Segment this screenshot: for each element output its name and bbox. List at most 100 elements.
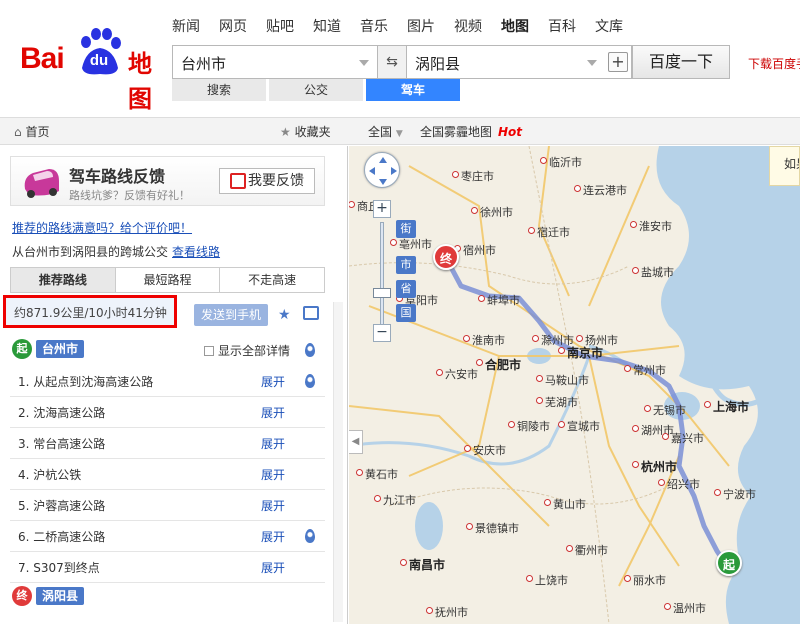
- topnav-item[interactable]: 百科: [548, 16, 576, 36]
- zoom-level-city[interactable]: 市: [396, 256, 416, 274]
- expand-link[interactable]: 展开: [261, 466, 285, 483]
- chevron-down-icon[interactable]: [587, 60, 597, 66]
- print-icon[interactable]: [303, 306, 319, 320]
- favorites-link[interactable]: ★ 收藏夹: [280, 123, 331, 140]
- map-city-label[interactable]: 嘉兴市: [671, 430, 704, 446]
- end-city[interactable]: 涡阳县: [36, 587, 85, 605]
- map-city-label[interactable]: 临沂市: [549, 154, 582, 170]
- download-app-link[interactable]: 下载百度手: [748, 55, 800, 72]
- topnav-item[interactable]: 网页: [219, 16, 247, 36]
- map-city-label[interactable]: 芜湖市: [545, 394, 578, 410]
- map-city-label[interactable]: 湖州市: [641, 422, 674, 438]
- panel-scrollbar[interactable]: [333, 302, 343, 622]
- to-input[interactable]: 涡阳县 +: [406, 45, 632, 79]
- map-pin-icon[interactable]: [305, 374, 315, 388]
- map-city-label[interactable]: 淮安市: [639, 218, 672, 234]
- region-selector[interactable]: 全国 ▼: [368, 123, 403, 140]
- map-city-label[interactable]: 铜陵市: [517, 418, 550, 434]
- zoom-in-button[interactable]: +: [373, 200, 391, 218]
- zoom-slider-track[interactable]: [380, 222, 384, 326]
- topnav-item[interactable]: 地图: [501, 16, 529, 36]
- map-city-label[interactable]: 上饶市: [535, 572, 568, 588]
- feedback-button[interactable]: 我要反馈: [219, 168, 315, 194]
- map-city-label[interactable]: 上海市: [713, 398, 749, 415]
- rate-route-link[interactable]: 推荐的路线满意吗？给个评价吧！: [12, 219, 192, 236]
- chevron-down-icon[interactable]: [359, 60, 369, 66]
- map-city-label[interactable]: 无锡市: [653, 402, 686, 418]
- map-city-label[interactable]: 蚌埠市: [487, 292, 520, 308]
- pan-compass[interactable]: [364, 152, 400, 188]
- map-city-label[interactable]: 宿迁市: [537, 224, 570, 240]
- expand-link[interactable]: 展开: [261, 435, 285, 452]
- route-step[interactable]: 3. 常台高速公路 展开: [10, 428, 325, 459]
- map-city-label[interactable]: 合肥市: [485, 356, 521, 373]
- topnav-item[interactable]: 视频: [454, 16, 482, 36]
- smog-map-link[interactable]: 全国雾霾地图 Hot: [420, 123, 522, 140]
- expand-link[interactable]: 展开: [261, 497, 285, 514]
- map-pin-icon[interactable]: [305, 529, 315, 543]
- end-marker[interactable]: 终: [433, 244, 459, 270]
- expand-link[interactable]: 展开: [261, 559, 285, 576]
- route-step[interactable]: 6. 二桥高速公路 展开: [10, 521, 325, 552]
- map-city-label[interactable]: 徐州市: [480, 204, 513, 220]
- map-city-label[interactable]: 黄山市: [553, 496, 586, 512]
- map-city-label[interactable]: 盐城市: [641, 264, 674, 280]
- route-step[interactable]: 7. S307到终点 展开: [10, 552, 325, 583]
- map-city-label[interactable]: 宿州市: [463, 242, 496, 258]
- map-city-label[interactable]: 丽水市: [633, 572, 666, 588]
- start-marker[interactable]: 起: [716, 550, 742, 576]
- route-step[interactable]: 5. 沪蓉高速公路 展开: [10, 490, 325, 521]
- topnav-item[interactable]: 文库: [595, 16, 623, 36]
- from-input[interactable]: 台州市: [172, 45, 378, 79]
- topnav-item[interactable]: 音乐: [360, 16, 388, 36]
- route-step[interactable]: 1. 从起点到沈海高速公路 展开: [10, 366, 325, 397]
- tab-search[interactable]: 搜索: [172, 79, 266, 101]
- map-pin-icon[interactable]: [305, 343, 315, 357]
- topnav-item[interactable]: 新闻: [172, 16, 200, 36]
- map-city-label[interactable]: 常州市: [633, 362, 666, 378]
- map-city-label[interactable]: 宣城市: [567, 418, 600, 434]
- expand-link[interactable]: 展开: [261, 404, 285, 421]
- route-step[interactable]: 2. 沈海高速公路 展开: [10, 397, 325, 428]
- map-city-label[interactable]: 温州市: [673, 600, 706, 616]
- collapse-panel-button[interactable]: ◀: [349, 430, 363, 454]
- map-city-label[interactable]: 淮南市: [472, 332, 505, 348]
- add-waypoint-button[interactable]: +: [608, 52, 628, 72]
- map-city-label[interactable]: 六安市: [445, 366, 478, 382]
- topnav-item[interactable]: 知道: [313, 16, 341, 36]
- baidu-map-logo[interactable]: Bai du 地图: [20, 26, 160, 113]
- show-all-checkbox[interactable]: [204, 346, 214, 356]
- zoom-level-province[interactable]: 省: [396, 280, 416, 298]
- map-city-label[interactable]: 景德镇市: [475, 520, 519, 536]
- tab-transit[interactable]: 公交: [269, 79, 363, 101]
- expand-link[interactable]: 展开: [261, 528, 285, 545]
- map-city-label[interactable]: 九江市: [383, 492, 416, 508]
- zoom-out-button[interactable]: −: [373, 324, 391, 342]
- zoom-level-country[interactable]: 国: [396, 304, 416, 322]
- map-city-label[interactable]: 南京市: [567, 344, 603, 361]
- map-city-label[interactable]: 衢州市: [575, 542, 608, 558]
- map-city-label[interactable]: 杭州市: [641, 458, 677, 475]
- map-city-label[interactable]: 南昌市: [409, 556, 445, 573]
- zoom-slider-thumb[interactable]: [373, 288, 391, 298]
- tab-shortest-route[interactable]: 最短路程: [115, 268, 221, 292]
- zoom-level-street[interactable]: 街: [396, 220, 416, 238]
- swap-route-button[interactable]: ⇆: [378, 45, 406, 79]
- topnav-item[interactable]: 贴吧: [266, 16, 294, 36]
- map-city-label[interactable]: 马鞍山市: [545, 372, 589, 388]
- route-step[interactable]: 4. 沪杭公铁 展开: [10, 459, 325, 490]
- start-city[interactable]: 台州市: [36, 340, 85, 358]
- map-city-label[interactable]: 安庆市: [473, 442, 506, 458]
- view-transit-link[interactable]: 查看线路: [172, 245, 220, 259]
- map-city-label[interactable]: 黄石市: [365, 466, 398, 482]
- search-submit-button[interactable]: 百度一下: [632, 45, 730, 79]
- show-all-details-toggle[interactable]: 显示全部详情: [204, 342, 290, 359]
- send-to-phone-button[interactable]: 发送到手机: [194, 304, 268, 326]
- map-city-label[interactable]: 连云港市: [583, 182, 627, 198]
- tab-driving[interactable]: 驾车: [366, 79, 460, 101]
- map-city-label[interactable]: 绍兴市: [667, 476, 700, 492]
- favorite-star-icon[interactable]: ★: [278, 307, 291, 323]
- map-city-label[interactable]: 抚州市: [435, 604, 468, 620]
- tab-no-highway[interactable]: 不走高速: [220, 268, 325, 292]
- map-city-label[interactable]: 宁波市: [723, 486, 756, 502]
